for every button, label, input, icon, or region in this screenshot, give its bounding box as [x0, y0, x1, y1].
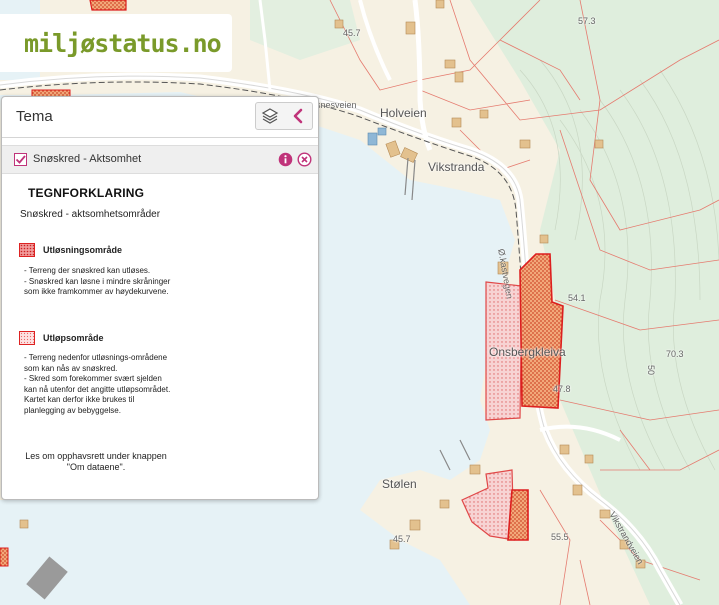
- site-logo[interactable]: miljøstatus.no: [0, 14, 232, 72]
- runout-zone-swatch: [19, 331, 35, 345]
- release-zone-swatch: [19, 243, 35, 257]
- elevation-label: 47.8: [553, 384, 571, 394]
- chevron-left-icon: [293, 108, 303, 124]
- release-zone: [507, 489, 529, 541]
- elevation-label: 70.3: [666, 349, 684, 359]
- layer-row-snoskred[interactable]: Snøskred - Aktsomhet: [2, 145, 318, 174]
- checkmark-icon: [15, 155, 26, 164]
- place-label-holveien: Holveien: [380, 106, 427, 120]
- legend-title: TEGNFORKLARING: [28, 186, 145, 200]
- place-label-onsbergkleiva: Onsbergkleiva: [489, 345, 566, 359]
- legend-label-runout: Utløpsområde: [43, 333, 104, 343]
- legend-label-release: Utløsningsområde: [43, 245, 123, 255]
- place-label-stolen: Stølen: [382, 477, 417, 491]
- theme-panel: Tema Snøskred - Aktsomhet TEGNFORKLARING…: [1, 96, 319, 500]
- panel-header: Tema: [2, 97, 318, 138]
- release-zone: [0, 547, 9, 567]
- elevation-label: 57.3: [578, 16, 596, 26]
- road-label-snesveien: snesveien: [316, 100, 357, 110]
- elevation-label: 45.7: [393, 534, 411, 544]
- layers-button[interactable]: [255, 102, 285, 130]
- legend-subtitle: Snøskred - aktsomhetsområder: [20, 209, 161, 220]
- collapse-panel-button[interactable]: [284, 102, 313, 130]
- elevation-label: 55.5: [551, 532, 569, 542]
- place-label-vikstranda: Vikstranda: [428, 160, 485, 174]
- elevation-label: 50: [646, 364, 657, 376]
- layer-checkbox[interactable]: [14, 153, 27, 166]
- panel-title: Tema: [16, 108, 53, 125]
- logo-text: miljøstatus.no: [24, 28, 222, 58]
- info-icon[interactable]: [278, 152, 293, 167]
- release-zone: [89, 0, 127, 11]
- layer-name: Snøskred - Aktsomhet: [33, 153, 142, 165]
- copyright-note: Les om opphavsrett under knappen "Om dat…: [25, 451, 167, 472]
- legend-desc-runout: - Terreng nedenfor utløsnings-områdene s…: [24, 353, 171, 415]
- layers-icon: [261, 108, 279, 124]
- legend-desc-release: - Terreng der snøskred kan utløses. - Sn…: [24, 266, 171, 296]
- close-circle-icon[interactable]: [297, 152, 312, 167]
- elevation-label: 45.7: [343, 28, 361, 38]
- elevation-label: 54.1: [568, 293, 586, 303]
